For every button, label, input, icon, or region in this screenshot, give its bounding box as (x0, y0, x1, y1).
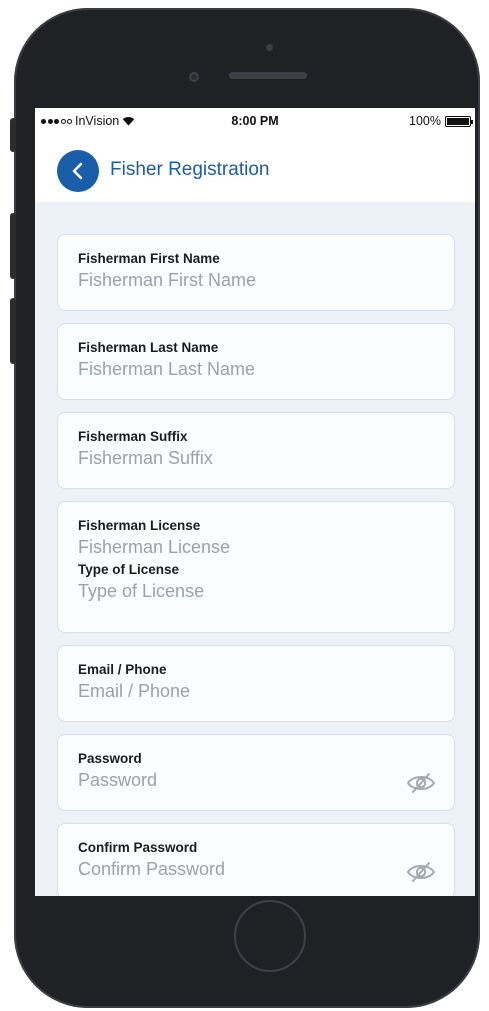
battery-percent: 100% (409, 114, 441, 128)
suffix-input[interactable] (78, 448, 434, 469)
first-name-input[interactable] (78, 270, 434, 291)
suffix-label: Fisherman Suffix (78, 429, 188, 444)
sensor-dot (266, 44, 273, 51)
status-bar: InVision 8:00 PM 100% (35, 108, 475, 134)
suffix-field: Fisherman Suffix (57, 412, 455, 489)
volume-up-button (10, 213, 16, 279)
battery-info: 100% (409, 114, 473, 128)
earpiece-speaker (229, 72, 307, 79)
mute-switch (10, 118, 16, 152)
last-name-label: Fisherman Last Name (78, 340, 219, 355)
password-field: Password (57, 734, 455, 811)
confirm-password-input[interactable] (78, 859, 434, 880)
eye-slash-icon[interactable] (406, 861, 436, 883)
app-screen: InVision 8:00 PM 100% Fisher Registratio… (35, 108, 475, 896)
email-phone-input[interactable] (78, 681, 434, 702)
first-name-field: Fisherman First Name (57, 234, 455, 311)
page-title: Fisher Registration (110, 159, 270, 180)
battery-icon (445, 115, 473, 127)
back-button[interactable] (57, 150, 99, 192)
password-label: Password (78, 751, 142, 766)
license-type-input[interactable] (78, 581, 434, 602)
home-button[interactable] (234, 900, 306, 972)
email-phone-label: Email / Phone (78, 662, 167, 677)
front-camera (189, 72, 199, 82)
email-phone-field: Email / Phone (57, 645, 455, 722)
confirm-password-label: Confirm Password (78, 840, 198, 855)
registration-form: Fisherman First Name Fisherman Last Name… (57, 234, 455, 896)
last-name-input[interactable] (78, 359, 434, 380)
eye-slash-icon[interactable] (406, 772, 436, 794)
license-label: Fisherman License (78, 518, 201, 533)
confirm-password-field: Confirm Password (57, 823, 455, 896)
license-field-group: Fisherman License Type of License (57, 501, 455, 633)
last-name-field: Fisherman Last Name (57, 323, 455, 400)
app-header: Fisher Registration (35, 134, 475, 202)
password-input[interactable] (78, 770, 434, 791)
license-input[interactable] (78, 537, 434, 558)
license-type-label: Type of License (78, 562, 180, 577)
chevron-left-icon (72, 162, 83, 180)
volume-down-button (10, 298, 16, 364)
battery-fill (447, 117, 469, 125)
first-name-label: Fisherman First Name (78, 251, 220, 266)
